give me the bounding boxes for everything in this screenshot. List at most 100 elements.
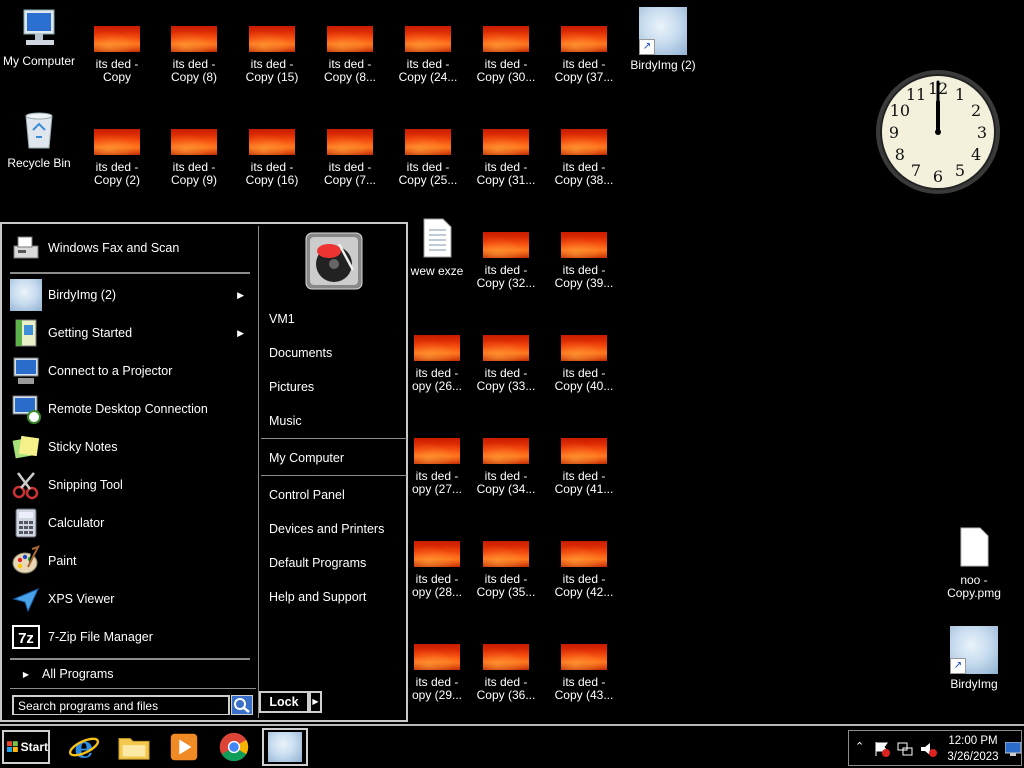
program-7-zip-file-manager[interactable]: 7z 7-Zip File Manager: [10, 620, 250, 654]
file-icon[interactable]: its ded - Copy (8...: [311, 26, 389, 84]
file-icon[interactable]: its ded - Copy (15): [233, 26, 311, 84]
image-thumbnail-icon: [171, 129, 217, 155]
shutdown-options-arrow[interactable]: ▶: [309, 691, 322, 713]
file-icon[interactable]: its ded - Copy (24...: [389, 26, 467, 84]
program-snipping-tool[interactable]: Snipping Tool: [10, 468, 250, 502]
file-icon[interactable]: its ded - Copy (9): [155, 129, 233, 187]
user-folder-vm1[interactable]: VM1: [269, 312, 295, 326]
taskbar-file-explorer[interactable]: [114, 728, 154, 766]
control-panel-link[interactable]: Control Panel: [269, 488, 345, 502]
recycle-bin-desktop-icon[interactable]: Recycle Bin: [0, 110, 78, 170]
file-icon[interactable]: its ded - Copy (38...: [545, 129, 623, 187]
file-icon[interactable]: its ded - Copy (40...: [545, 335, 623, 393]
file-icon[interactable]: its ded - Copy: [78, 26, 156, 84]
clock-gadget[interactable]: 121234567891011: [874, 68, 1002, 196]
program-birdyimg-2[interactable]: BirdyImg (2) ▶: [10, 278, 250, 312]
file-icon[interactable]: its ded - Copy (37...: [545, 26, 623, 84]
file-icon[interactable]: its ded - opy (29...: [398, 644, 476, 702]
start-button[interactable]: Start: [2, 730, 50, 764]
my-computer-desktop-icon[interactable]: My Computer: [0, 8, 78, 68]
search-button[interactable]: [231, 695, 253, 715]
taskbar-birdyimg-window[interactable]: [262, 728, 308, 766]
file-icon[interactable]: its ded - Copy (32...: [467, 232, 545, 290]
documents-link[interactable]: Documents: [269, 346, 332, 360]
noo-copy-file-icon[interactable]: noo - Copy.pmg: [935, 527, 1013, 600]
clock-time[interactable]: 12:00 PM: [942, 735, 1004, 747]
image-thumbnail-icon: [414, 335, 460, 361]
start-menu: Windows Fax and Scan BirdyImg (2) ▶ Gett…: [0, 222, 408, 722]
music-link[interactable]: Music: [269, 414, 302, 428]
file-icon[interactable]: its ded - Copy (8): [155, 26, 233, 84]
text-file-desktop-icon[interactable]: wew exze: [398, 218, 476, 278]
program-connect-to-a-projector[interactable]: Connect to a Projector: [10, 354, 250, 388]
taskbar: Start e ⌃ 12:00 PM 3/26/2023: [0, 724, 1024, 768]
devices-and-printers-link[interactable]: Devices and Printers: [269, 522, 384, 536]
my-computer-label: My Computer: [2, 54, 76, 68]
pictures-link[interactable]: Pictures: [269, 380, 314, 394]
xps-viewer-icon: [12, 588, 39, 613]
program-paint[interactable]: Paint: [10, 544, 250, 578]
image-thumbnail-icon: [327, 129, 373, 155]
clock-number: 8: [895, 145, 905, 164]
recycle-bin-label: Recycle Bin: [7, 156, 71, 170]
birdyimg-shortcut[interactable]: ↗ BirdyImg: [935, 626, 1013, 691]
file-icon[interactable]: its ded - Copy (2): [78, 129, 156, 187]
clock-date[interactable]: 3/26/2023: [942, 751, 1004, 763]
all-programs[interactable]: ▶ All Programs: [10, 662, 250, 686]
file-icon[interactable]: its ded - Copy (7...: [311, 129, 389, 187]
file-icon[interactable]: its ded - Copy (30...: [467, 26, 545, 84]
file-icon[interactable]: its ded - Copy (36...: [467, 644, 545, 702]
file-icon[interactable]: its ded - opy (26...: [398, 335, 476, 393]
recycle-bin-icon: [25, 112, 53, 149]
program-xps-viewer[interactable]: XPS Viewer: [10, 582, 250, 616]
file-icon[interactable]: its ded - Copy (42...: [545, 541, 623, 599]
action-center-flag-icon[interactable]: [873, 740, 891, 758]
clock-number: 5: [955, 161, 965, 180]
program-getting-started[interactable]: Getting Started ▶: [10, 316, 250, 350]
image-thumbnail-icon: [483, 644, 529, 670]
image-thumbnail-icon: [405, 26, 451, 52]
search-input[interactable]: [14, 698, 228, 714]
image-thumbnail-icon: [414, 541, 460, 567]
birdyimg-2-shortcut[interactable]: ↗ BirdyImg (2): [624, 7, 702, 72]
file-icon[interactable]: its ded - Copy (34...: [467, 438, 545, 496]
file-icon[interactable]: its ded - Copy (43...: [545, 644, 623, 702]
file-icon[interactable]: its ded - opy (28...: [398, 541, 476, 599]
image-thumbnail-icon: [249, 129, 295, 155]
media-player-icon: [170, 733, 198, 761]
file-icon[interactable]: its ded - opy (27...: [398, 438, 476, 496]
shortcut-arrow-icon: ↗: [639, 39, 655, 55]
pinned-windows-fax-and-scan[interactable]: Windows Fax and Scan: [10, 231, 250, 265]
image-thumbnail-icon: [414, 644, 460, 670]
image-thumbnail-icon: [561, 644, 607, 670]
file-icon[interactable]: its ded - Copy (41...: [545, 438, 623, 496]
taskbar-media-player[interactable]: [164, 728, 204, 766]
separator: [10, 688, 256, 689]
my-computer-link[interactable]: My Computer: [269, 451, 344, 465]
file-icon[interactable]: its ded - Copy (25...: [389, 129, 467, 187]
lock-button[interactable]: Lock: [259, 691, 309, 713]
submenu-arrow-icon: ▶: [237, 327, 244, 338]
file-icon[interactable]: its ded - Copy (39...: [545, 232, 623, 290]
image-thumbnail-icon: [561, 438, 607, 464]
taskbar-google-chrome[interactable]: [214, 728, 254, 766]
show-desktop-icon[interactable]: [1005, 742, 1021, 756]
help-and-support-link[interactable]: Help and Support: [269, 590, 366, 604]
file-icon[interactable]: its ded - Copy (35...: [467, 541, 545, 599]
sticky-notes-icon: [12, 435, 40, 459]
program-calculator[interactable]: Calculator: [10, 506, 250, 540]
search-programs-box[interactable]: [12, 695, 230, 715]
program-remote-desktop-connection[interactable]: Remote Desktop Connection: [10, 392, 250, 426]
file-icon[interactable]: its ded - Copy (31...: [467, 129, 545, 187]
default-programs-link[interactable]: Default Programs: [269, 556, 366, 570]
taskbar-internet-explorer[interactable]: e: [64, 728, 104, 766]
scissors-icon: [12, 472, 39, 500]
program-sticky-notes[interactable]: Sticky Notes: [10, 430, 250, 464]
show-hidden-icons-chevron-icon[interactable]: ⌃: [855, 740, 864, 753]
file-icon[interactable]: its ded - Copy (33...: [467, 335, 545, 393]
file-icon[interactable]: its ded - Copy (16): [233, 129, 311, 187]
image-thumbnail-icon: [483, 26, 529, 52]
volume-muted-icon[interactable]: [919, 740, 937, 758]
windows-logo-icon: [7, 741, 18, 752]
network-icon[interactable]: [896, 740, 914, 758]
